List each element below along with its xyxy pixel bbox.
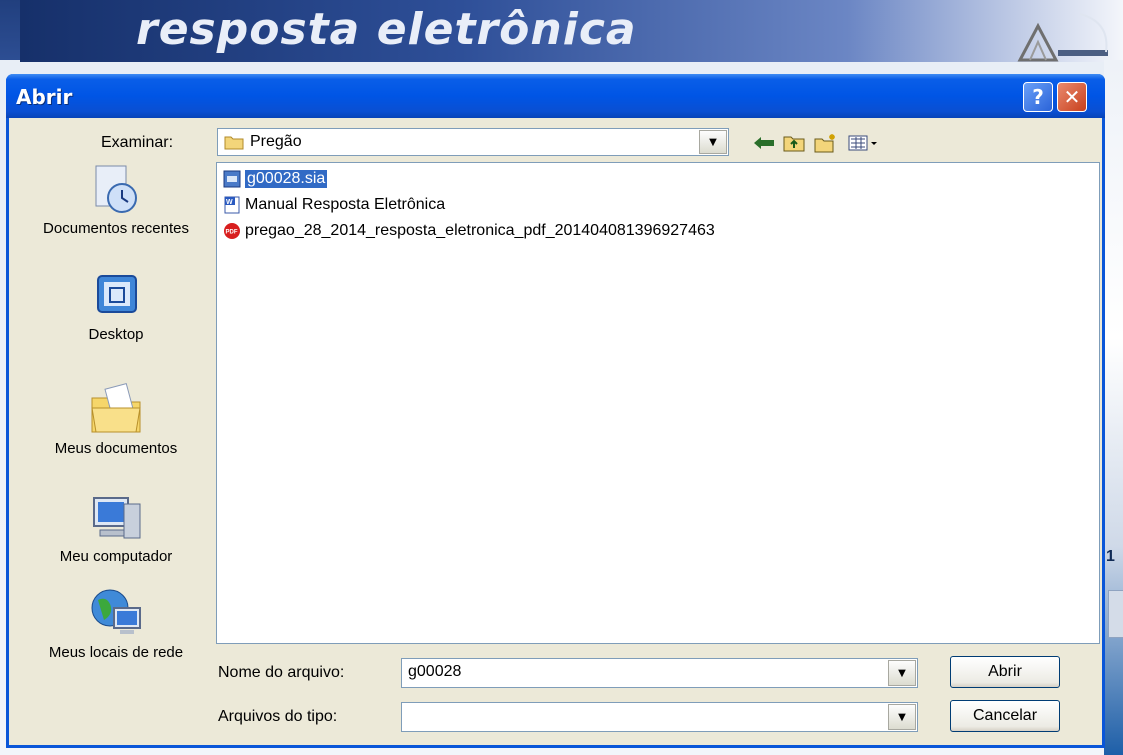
place-recent-documents[interactable]: Documentos recentes <box>27 164 205 237</box>
chevron-down-icon[interactable]: ▼ <box>888 704 916 730</box>
place-label: Desktop <box>88 326 144 343</box>
open-file-dialog: Abrir ? ✕ Examinar: Pregão ▼ Documentos … <box>6 74 1105 748</box>
file-name: g00028.sia <box>245 170 328 188</box>
dialog-titlebar[interactable]: Abrir ? ✕ <box>6 74 1105 118</box>
help-button[interactable]: ? <box>1023 82 1053 112</box>
open-button[interactable]: Abrir <box>950 656 1060 688</box>
app-logo-icon <box>1017 13 1108 62</box>
place-my-computer[interactable]: Meu computador <box>27 494 205 565</box>
chevron-down-icon[interactable]: ▼ <box>699 130 727 154</box>
place-my-documents[interactable]: Meus documentos <box>27 382 205 457</box>
filename-label: Nome do arquivo: <box>218 664 345 681</box>
filetype-label: Arquivos do tipo: <box>218 708 338 725</box>
app-side-strip <box>1104 60 1123 755</box>
look-in-dropdown[interactable]: Pregão ▼ <box>217 128 729 156</box>
filename-value: g00028 <box>408 663 462 680</box>
cancel-button[interactable]: Cancelar <box>950 700 1060 732</box>
my-computer-icon <box>93 497 141 539</box>
word-document-icon: W <box>224 196 240 214</box>
app-right-panel <box>1108 590 1123 638</box>
file-name: Manual Resposta Eletrônica <box>245 196 446 213</box>
up-folder-icon[interactable] <box>781 132 807 154</box>
place-desktop[interactable]: Desktop <box>27 272 205 343</box>
sia-file-icon <box>223 170 241 188</box>
dialog-title: Abrir <box>16 85 73 109</box>
filetype-dropdown[interactable]: ▼ <box>401 702 918 732</box>
svg-text:PDF: PDF <box>226 230 238 236</box>
file-item-pdf[interactable]: PDF pregao_28_2014_resposta_eletronica_p… <box>223 220 715 242</box>
place-label: Meus documentos <box>54 440 178 457</box>
recent-documents-icon <box>95 165 137 213</box>
file-item-g00028[interactable]: g00028.sia <box>223 168 328 190</box>
place-network[interactable]: Meus locais de rede <box>27 586 205 661</box>
my-documents-icon <box>91 382 141 433</box>
place-label: Meus locais de rede <box>48 644 184 661</box>
desktop-icon <box>97 275 137 313</box>
file-list[interactable]: g00028.sia W Manual Resposta Eletrônica … <box>216 162 1100 644</box>
view-menu-icon[interactable] <box>847 132 881 154</box>
look-in-value: Pregão <box>250 133 302 150</box>
look-in-label: Examinar: <box>101 134 174 151</box>
place-label: Documentos recentes <box>43 220 189 237</box>
file-item-manual[interactable]: W Manual Resposta Eletrônica <box>223 194 445 216</box>
back-arrow-icon[interactable] <box>751 132 777 154</box>
filename-input[interactable]: g00028 ▼ <box>401 658 918 688</box>
close-button[interactable]: ✕ <box>1057 82 1087 112</box>
new-folder-icon[interactable] <box>813 132 839 154</box>
file-name: pregao_28_2014_resposta_eletronica_pdf_2… <box>245 222 715 239</box>
place-label: Meu computador <box>59 548 173 565</box>
folder-icon <box>224 136 244 150</box>
network-places-icon <box>91 589 141 634</box>
chevron-down-icon[interactable]: ▼ <box>888 660 916 686</box>
app-title: resposta eletrônica <box>136 4 637 55</box>
app-right-label: 1 <box>1106 548 1115 565</box>
svg-text:W: W <box>226 199 233 206</box>
pdf-file-icon: PDF <box>224 223 240 239</box>
